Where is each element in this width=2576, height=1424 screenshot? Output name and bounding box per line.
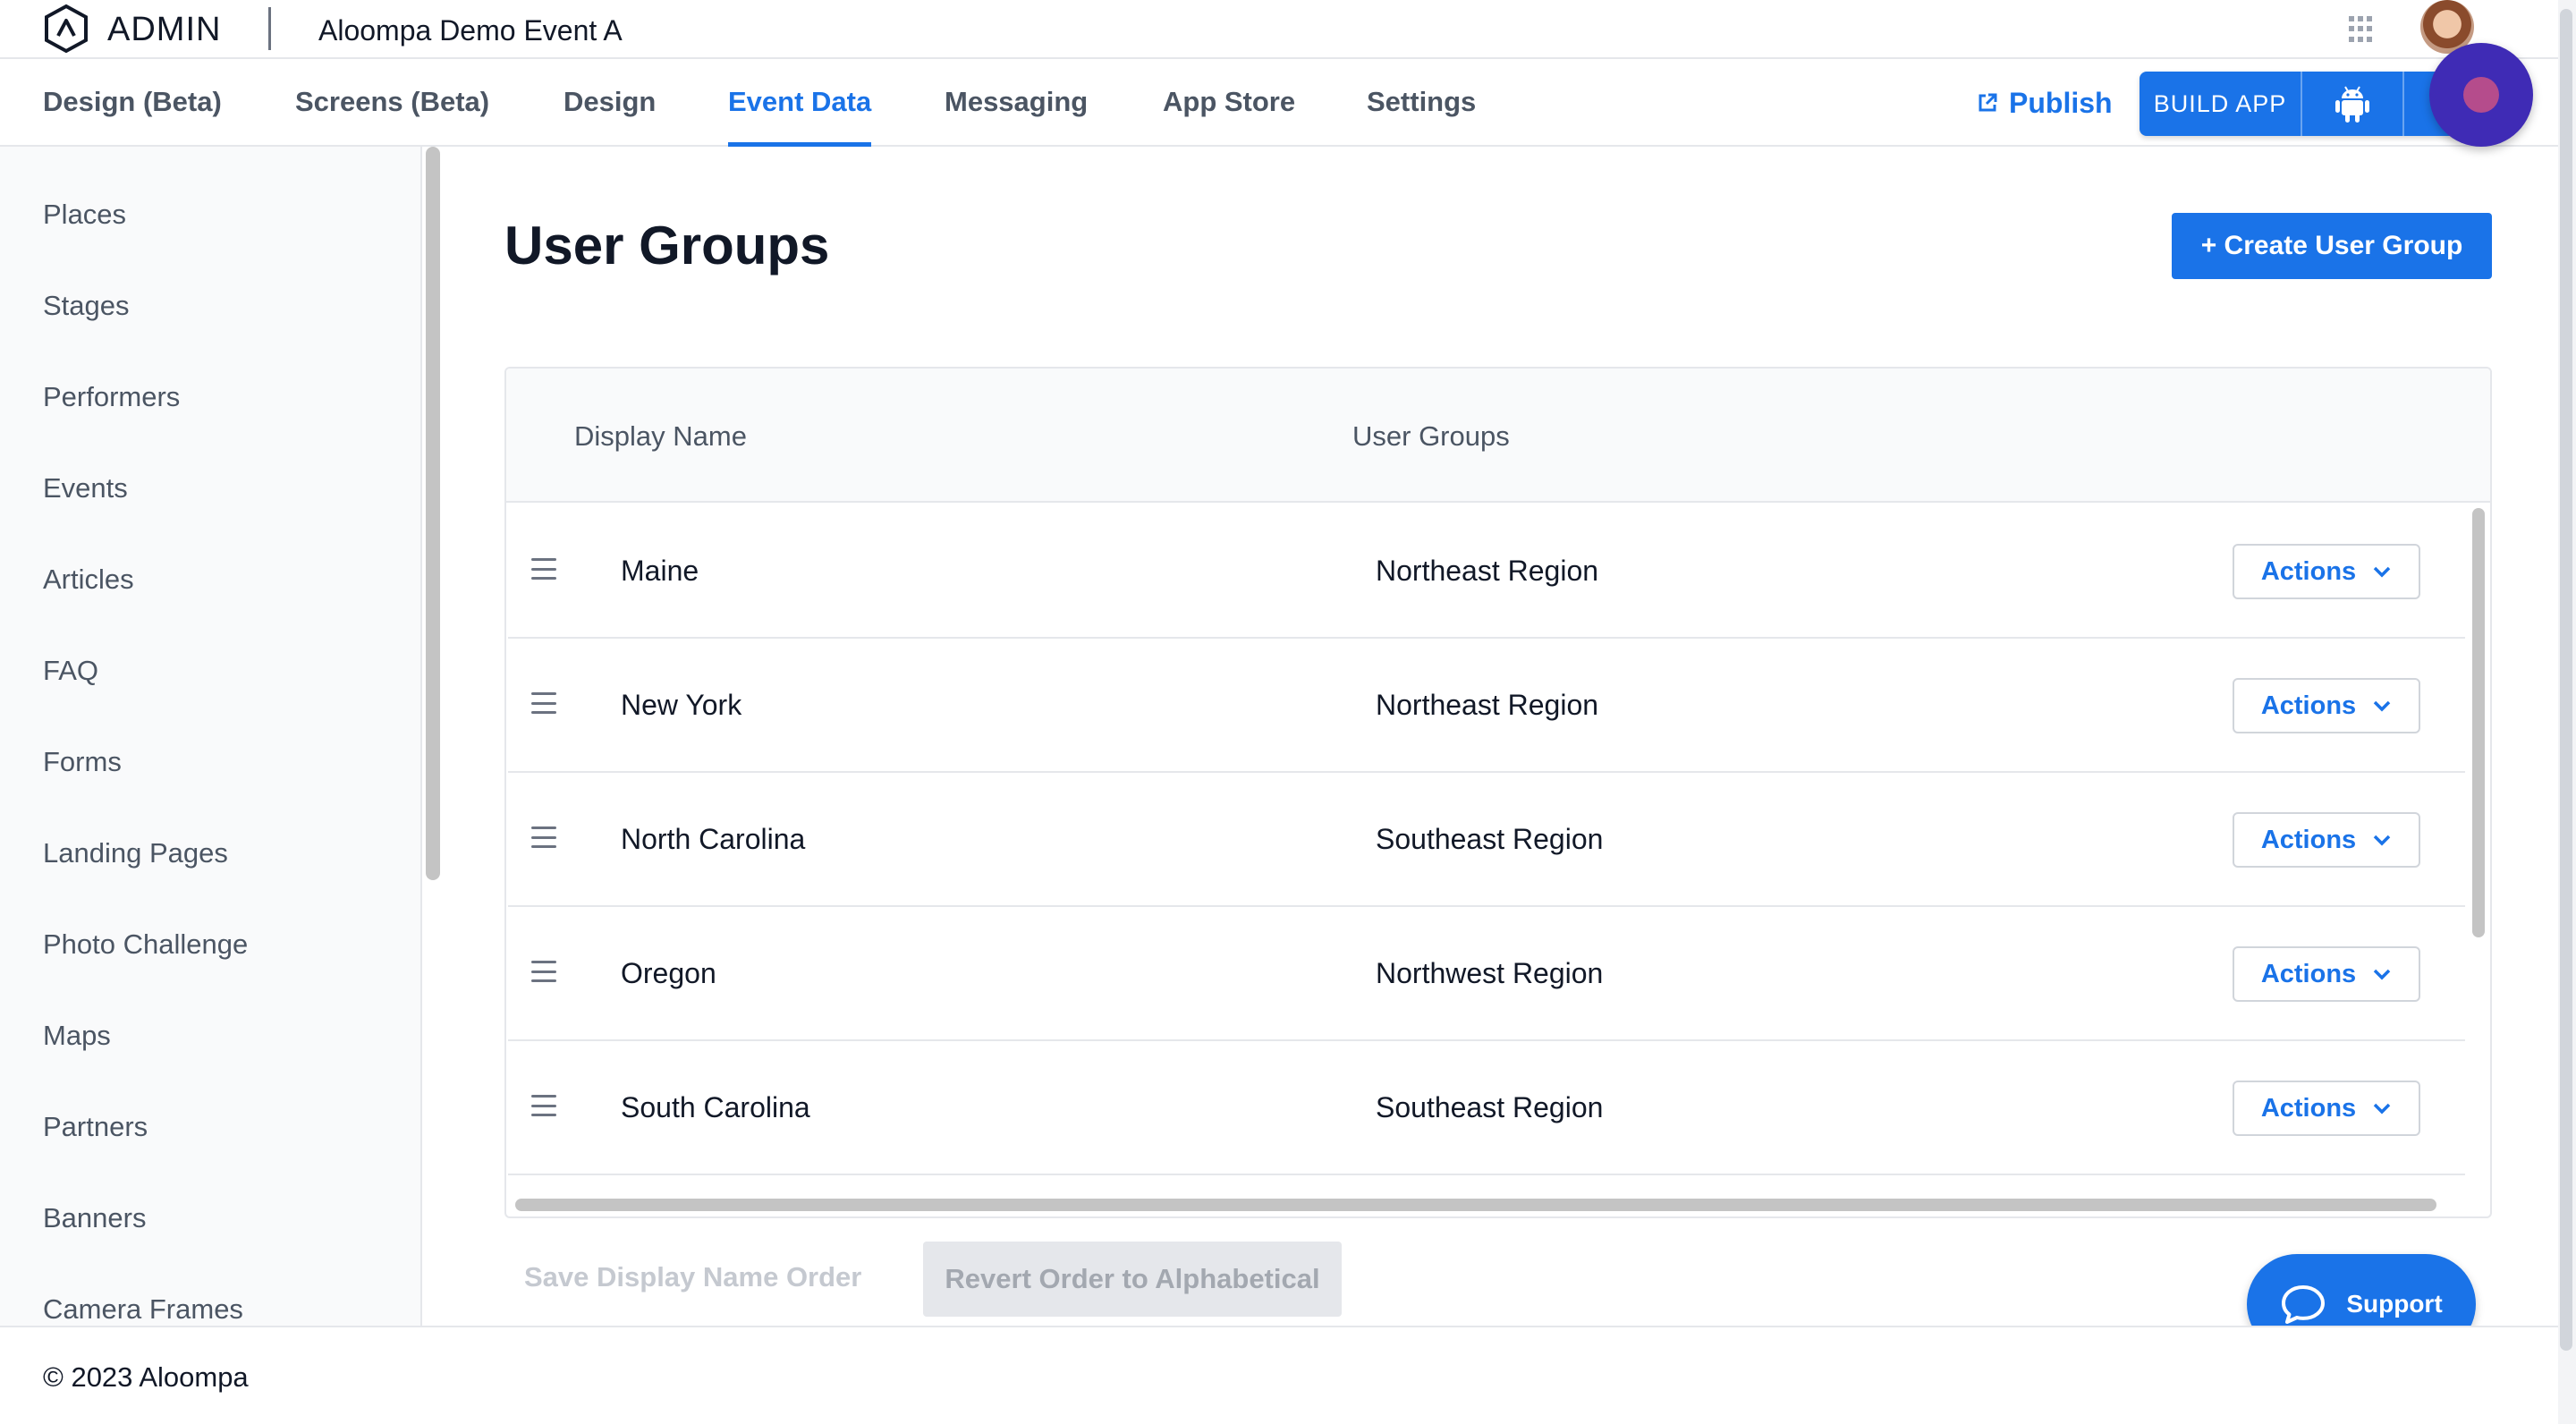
drag-handle-icon[interactable]	[531, 826, 556, 848]
tab-event-data[interactable]: Event Data	[728, 59, 872, 147]
sidebar-item-photo-challenge[interactable]: Photo Challenge	[43, 928, 248, 961]
sidebar-item-banners[interactable]: Banners	[43, 1202, 146, 1234]
brand-name: ADMIN	[107, 11, 222, 48]
row-display-name: Oregon	[621, 957, 716, 989]
footer: © 2023 Aloompa	[0, 1326, 2576, 1424]
top-bar: ADMIN Aloompa Demo Event A	[0, 0, 2576, 59]
sidebar-item-faq[interactable]: FAQ	[43, 655, 98, 687]
row-actions-button[interactable]: Actions	[2233, 946, 2420, 1002]
row-user-group: Northeast Region	[1376, 689, 1599, 721]
table-row: Maine Northeast Region Actions	[508, 504, 2465, 639]
table-vertical-scrollbar[interactable]	[2472, 508, 2485, 937]
sidebar-item-articles[interactable]: Articles	[43, 564, 134, 596]
drag-handle-icon[interactable]	[531, 1095, 556, 1116]
actions-label: Actions	[2260, 959, 2357, 988]
copyright-text: © 2023 Aloompa	[43, 1361, 249, 1393]
sidebar-item-performers[interactable]: Performers	[43, 381, 180, 413]
row-user-group: Northwest Region	[1376, 957, 1604, 989]
chevron-down-icon	[2373, 969, 2391, 980]
brand-divider	[268, 7, 271, 50]
table-row: Oregon Northwest Region Actions	[508, 907, 2465, 1041]
android-build-button[interactable]	[2302, 72, 2404, 136]
chevron-down-icon	[2373, 566, 2391, 578]
sidebar-item-partners[interactable]: Partners	[43, 1111, 148, 1143]
page-title: User Groups	[504, 216, 830, 275]
android-icon	[2335, 86, 2369, 123]
screen-record-button[interactable]	[2429, 43, 2533, 147]
sidebar-scrollbar[interactable]	[426, 147, 440, 880]
tab-app-store[interactable]: App Store	[1163, 59, 1295, 147]
table-row: New York Northeast Region Actions	[508, 639, 2465, 773]
table-horizontal-scrollbar[interactable]	[515, 1199, 2436, 1211]
row-display-name: South Carolina	[621, 1091, 810, 1123]
publish-label: Publish	[2009, 86, 2113, 119]
sidebar-item-events[interactable]: Events	[43, 472, 128, 504]
row-user-group: Northeast Region	[1376, 555, 1599, 587]
row-actions-button[interactable]: Actions	[2233, 812, 2420, 868]
sidebar-item-stages[interactable]: Stages	[43, 290, 130, 322]
chevron-down-icon	[2373, 835, 2391, 846]
save-display-name-order-button[interactable]: Save Display Name Order	[524, 1261, 861, 1293]
sidebar-item-places[interactable]: Places	[43, 199, 126, 231]
row-display-name: New York	[621, 689, 742, 721]
row-actions-button[interactable]: Actions	[2233, 678, 2420, 733]
actions-label: Actions	[2260, 1093, 2357, 1123]
page-scrollbar[interactable]	[2560, 9, 2572, 1351]
actions-label: Actions	[2260, 825, 2357, 854]
apps-grid-icon[interactable]	[2349, 16, 2376, 43]
row-display-name: North Carolina	[621, 823, 806, 855]
row-display-name: Maine	[621, 555, 699, 587]
tab-design[interactable]: Design	[564, 59, 656, 147]
sidebar-item-forms[interactable]: Forms	[43, 746, 122, 778]
sidebar-item-camera-frames[interactable]: Camera Frames	[43, 1293, 243, 1326]
chat-bubble-icon	[2282, 1285, 2326, 1324]
tab-design-beta[interactable]: Design (Beta)	[43, 59, 222, 147]
actions-label: Actions	[2260, 556, 2357, 586]
row-user-group: Southeast Region	[1376, 1091, 1604, 1123]
row-user-group: Southeast Region	[1376, 823, 1604, 855]
sidebar: Places Stages Performers Events Articles…	[0, 147, 422, 1326]
row-actions-button[interactable]: Actions	[2233, 544, 2420, 599]
drag-handle-icon[interactable]	[531, 558, 556, 580]
table-row: North Carolina Southeast Region Actions	[508, 773, 2465, 907]
tab-messaging[interactable]: Messaging	[945, 59, 1088, 147]
drag-handle-icon[interactable]	[531, 961, 556, 982]
event-name[interactable]: Aloompa Demo Event A	[318, 14, 623, 47]
main-nav: Design (Beta) Screens (Beta) Design Even…	[0, 59, 2576, 147]
table-header: Display Name User Groups	[506, 369, 2490, 503]
actions-label: Actions	[2260, 691, 2357, 720]
column-header-user-groups[interactable]: User Groups	[1352, 420, 1510, 453]
user-groups-table: Display Name User Groups Maine Northeast…	[504, 367, 2492, 1218]
aloompa-logo-icon[interactable]	[41, 4, 91, 54]
sidebar-item-maps[interactable]: Maps	[43, 1020, 111, 1052]
sidebar-item-landing-pages[interactable]: Landing Pages	[43, 837, 228, 869]
chevron-down-icon	[2373, 1103, 2391, 1115]
chevron-down-icon	[2373, 700, 2391, 712]
build-app-button[interactable]: BUILD APP	[2140, 72, 2302, 136]
column-header-display-name[interactable]: Display Name	[574, 420, 747, 453]
external-link-icon	[1979, 93, 1997, 112]
support-label: Support	[2346, 1290, 2443, 1318]
revert-order-button[interactable]: Revert Order to Alphabetical	[923, 1242, 1342, 1317]
record-dot-icon	[2463, 77, 2499, 113]
drag-handle-icon[interactable]	[531, 692, 556, 714]
create-user-group-button[interactable]: + Create User Group	[2172, 213, 2492, 279]
publish-button[interactable]: Publish	[1977, 82, 2113, 123]
tab-screens-beta[interactable]: Screens (Beta)	[295, 59, 489, 147]
table-row: South Carolina Southeast Region Actions	[508, 1041, 2465, 1175]
tab-settings[interactable]: Settings	[1367, 59, 1476, 147]
row-actions-button[interactable]: Actions	[2233, 1081, 2420, 1136]
